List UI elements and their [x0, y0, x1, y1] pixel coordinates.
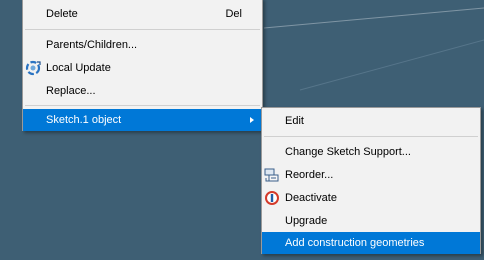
menu-item-change-sketch-support[interactable]: Change Sketch Support... [262, 141, 480, 163]
submenu-sketch-object: Edit Change Sketch Support... Reorder...… [261, 107, 481, 254]
menu-item-label: Local Update [46, 62, 111, 74]
menu-item-replace[interactable]: Replace... [23, 80, 262, 102]
menu-item-label: Sketch.1 object [46, 114, 122, 126]
context-menu: Delete Del Parents/Children... Local Upd… [22, 0, 263, 131]
menu-item-label: Add construction geometries [285, 237, 425, 249]
menu-item-label: Change Sketch Support... [285, 146, 411, 158]
menu-item-add-construction-geometries[interactable]: Add construction geometries [262, 232, 480, 254]
local-update-icon [25, 60, 41, 76]
menu-item-label: Replace... [46, 85, 96, 97]
chevron-right-icon [250, 117, 254, 123]
menu-item-sketch-object[interactable]: Sketch.1 object [23, 109, 262, 131]
menu-item-local-update[interactable]: Local Update [23, 57, 262, 79]
menu-item-label: Edit [285, 115, 304, 127]
menu-item-parents-children[interactable]: Parents/Children... [23, 34, 262, 56]
menu-item-reorder[interactable]: Reorder... [262, 164, 480, 186]
menu-item-label: Parents/Children... [46, 39, 138, 51]
menu-item-label: Deactivate [285, 192, 337, 204]
menu-separator [264, 136, 478, 137]
menu-item-delete[interactable]: Delete Del [23, 3, 262, 25]
menu-item-upgrade[interactable]: Upgrade [262, 210, 480, 232]
menu-item-label: Upgrade [285, 215, 328, 227]
menu-item-shortcut: Del [225, 8, 242, 20]
menu-separator [25, 29, 260, 30]
reorder-icon [264, 167, 280, 183]
menu-item-label: Delete [46, 8, 78, 20]
menu-item-label: Reorder... [285, 169, 334, 181]
deactivate-icon [264, 190, 280, 206]
menu-item-deactivate[interactable]: Deactivate [262, 187, 480, 209]
menu-item-edit[interactable]: Edit [262, 110, 480, 132]
menu-separator [25, 105, 260, 106]
